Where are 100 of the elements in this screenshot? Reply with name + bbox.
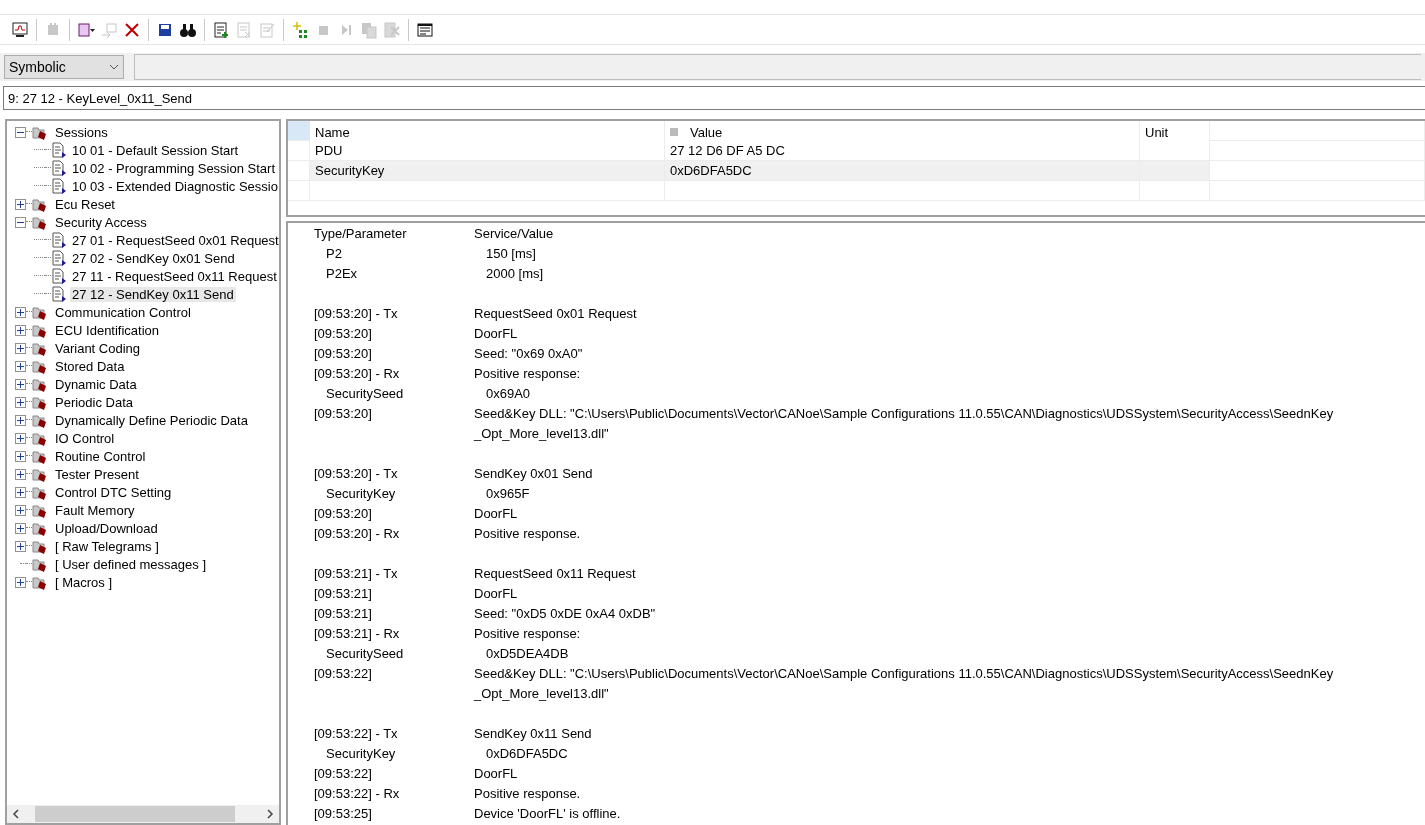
expand-toggle[interactable]	[15, 522, 26, 534]
document-arrow-icon	[51, 250, 67, 266]
log-label: [09:53:22]	[314, 665, 373, 681]
log-value: Positive response:	[474, 625, 582, 641]
tree-item[interactable]: 10 03 - Extended Diagnostic Sessio	[70, 178, 279, 194]
expand-toggle[interactable]	[15, 378, 26, 390]
tree-item[interactable]: Ecu Reset	[53, 196, 117, 212]
log-value: RequestSeed 0x01 Request	[474, 305, 638, 321]
tree-item[interactable]: Routine Control	[53, 448, 148, 464]
tree-item[interactable]: Fault Memory	[53, 502, 137, 518]
expand-toggle[interactable]	[15, 396, 26, 408]
tree-item[interactable]: 10 01 - Default Session Start	[70, 142, 241, 158]
tree-item[interactable]: 27 12 - SendKey 0x11 Send	[70, 286, 236, 302]
expand-toggle[interactable]	[15, 468, 26, 480]
tree-item[interactable]: Control DTC Setting	[53, 484, 174, 500]
log-value: Positive response.	[474, 525, 582, 541]
tree-item[interactable]: Stored Data	[53, 358, 127, 374]
tree-item[interactable]: Variant Coding	[53, 340, 143, 356]
log-value: 0x69A0	[485, 385, 532, 401]
plus-icon	[16, 361, 25, 371]
expand-toggle[interactable]	[15, 198, 26, 210]
log-value: 2000 [ms]	[485, 265, 545, 281]
log-label: SecurityKey	[325, 745, 397, 761]
plus-icon	[16, 433, 25, 443]
tree-item[interactable]: Periodic Data	[53, 394, 136, 410]
column-header: Service/Value	[474, 225, 555, 241]
tree-item[interactable]: Dynamic Data	[53, 376, 139, 392]
expand-toggle[interactable]	[15, 342, 26, 354]
log-label: P2	[325, 245, 343, 261]
expand-toggle[interactable]	[15, 306, 26, 318]
log-value: SendKey 0x01 Send	[474, 465, 594, 481]
log-label: [09:53:21]	[314, 605, 373, 621]
plus-icon	[16, 541, 25, 551]
log-label: [09:53:22] - Rx	[314, 785, 401, 801]
log-value: 0xD6DFA5DC	[485, 745, 569, 761]
expand-toggle[interactable]	[15, 450, 26, 462]
log-value: _Opt_More_level13.dll"	[474, 685, 610, 701]
log-value: DoorFL	[474, 325, 519, 341]
tree-item[interactable]: Dynamically Define Periodic Data	[53, 412, 250, 428]
log-value: Seed&Key DLL: "C:\Users\Public\Documents\Vector\CANoe\Sample Configurations 11.0.55\CAN\Diagnostics\UDSSystem\SecurityAccess\SeednKey	[474, 665, 1335, 681]
collapse-toggle[interactable]	[15, 216, 26, 228]
tree-item[interactable]: Communication Control	[53, 304, 193, 320]
document-arrow-icon	[51, 160, 67, 176]
tree-item[interactable]: 27 11 - RequestSeed 0x11 Request	[70, 268, 279, 284]
log-label: [09:53:20] - Rx	[314, 525, 401, 541]
scrollbar-thumb[interactable]	[35, 806, 235, 822]
mode-select[interactable]: Symbolic	[4, 55, 124, 79]
expand-toggle[interactable]	[15, 504, 26, 516]
tree-item[interactable]: [ Raw Telegrams ]	[53, 538, 161, 554]
log-label: [09:53:20] - Tx	[314, 305, 399, 321]
log-label: [09:53:22] - Tx	[314, 725, 399, 741]
document-arrow-icon	[51, 286, 67, 302]
tree-item[interactable]: [ User defined messages ]	[53, 556, 209, 572]
tree-item[interactable]: IO Control	[53, 430, 117, 446]
log-value: DoorFL	[474, 505, 519, 521]
plus-icon	[16, 523, 25, 533]
expand-toggle[interactable]	[15, 540, 26, 552]
header-corner	[288, 121, 310, 141]
collapse-toggle[interactable]	[15, 126, 26, 138]
command-field[interactable]	[134, 54, 1421, 80]
log-value: Positive response:	[474, 365, 582, 381]
plus-icon	[16, 379, 25, 389]
tree-item[interactable]: 27 02 - SendKey 0x01 Send	[70, 250, 237, 266]
chevron-down-icon	[109, 64, 119, 70]
log-value: Seed: "0xD5 0xDE 0xA4 0xDB"	[474, 605, 657, 621]
document-arrow-icon	[51, 232, 67, 248]
expand-toggle[interactable]	[15, 414, 26, 426]
log-label: SecurityKey	[325, 485, 397, 501]
tree-item[interactable]: [ Macros ]	[53, 574, 115, 590]
tree-item[interactable]: Tester Present	[53, 466, 141, 482]
tree-item[interactable]: 10 02 - Programming Session Start	[70, 160, 278, 176]
plus-icon	[16, 199, 25, 209]
plus-icon	[16, 451, 25, 461]
tree-item[interactable]: ECU Identification	[53, 322, 162, 338]
expand-toggle[interactable]	[15, 360, 26, 372]
log-value: SendKey 0x11 Send	[474, 725, 593, 741]
plus-icon	[16, 505, 25, 515]
log-value: Seed: "0x69 0xA0"	[474, 345, 584, 361]
expand-toggle[interactable]	[15, 486, 26, 498]
plus-icon	[16, 343, 25, 353]
log-label: [09:53:20]	[314, 505, 373, 521]
log-value: 150 [ms]	[485, 245, 537, 261]
plus-icon	[16, 469, 25, 479]
log-label: [09:53:20]	[314, 325, 373, 341]
log-value: Positive response.	[474, 785, 582, 801]
plus-icon	[16, 397, 25, 407]
document-arrow-icon	[51, 268, 67, 284]
request-field[interactable]: 9: 27 12 - KeyLevel_0x11_Send	[3, 86, 1425, 110]
expand-toggle[interactable]	[15, 324, 26, 336]
tree-item[interactable]: Upload/Download	[53, 520, 160, 536]
document-arrow-icon	[51, 178, 67, 194]
log-label: [09:53:20] - Tx	[314, 465, 399, 481]
expand-toggle[interactable]	[15, 576, 26, 588]
tree-item[interactable]: Sessions	[53, 124, 110, 140]
expand-toggle[interactable]	[15, 432, 26, 444]
log-label: [09:53:21]	[314, 585, 373, 601]
tree-item[interactable]: Security Access	[53, 214, 149, 230]
log-label: [09:53:21] - Tx	[314, 565, 399, 581]
tree-item[interactable]: 27 01 - RequestSeed 0x01 Request	[70, 232, 279, 248]
log-label: [09:53:20]	[314, 405, 373, 421]
